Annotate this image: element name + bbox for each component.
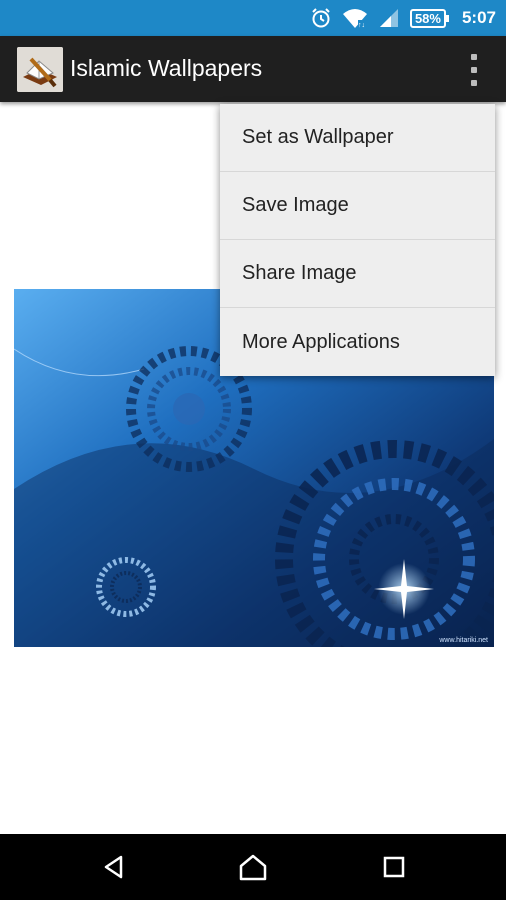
signal-icon <box>378 7 400 29</box>
status-bar: ↑↓ 58% 5:07 <box>0 0 506 36</box>
status-icons: ↑↓ 58% 5:07 <box>310 0 496 36</box>
menu-item-save-image[interactable]: Save Image <box>220 172 495 240</box>
menu-item-share-image[interactable]: Share Image <box>220 240 495 308</box>
app-bar: Islamic Wallpapers <box>0 36 506 102</box>
overflow-menu: Set as Wallpaper Save Image Share Image … <box>220 104 495 376</box>
home-icon[interactable] <box>238 852 268 882</box>
clock: 5:07 <box>461 8 496 27</box>
battery-indicator: 58% <box>409 8 450 28</box>
watermark-text: www.hitariki.net <box>439 637 488 644</box>
app-title: Islamic Wallpapers <box>70 55 263 81</box>
menu-item-more-applications[interactable]: More Applications <box>220 308 495 376</box>
alarm-icon <box>310 7 332 29</box>
wifi-icon: ↑↓ <box>342 7 368 29</box>
back-icon[interactable] <box>99 852 129 882</box>
menu-item-set-as-wallpaper[interactable]: Set as Wallpaper <box>220 104 495 172</box>
more-vert-icon[interactable] <box>464 52 484 88</box>
quran-icon <box>17 47 63 92</box>
recents-icon[interactable] <box>379 852 409 882</box>
navigation-bar <box>0 834 506 900</box>
svg-text:↑↓: ↑↓ <box>358 22 365 29</box>
